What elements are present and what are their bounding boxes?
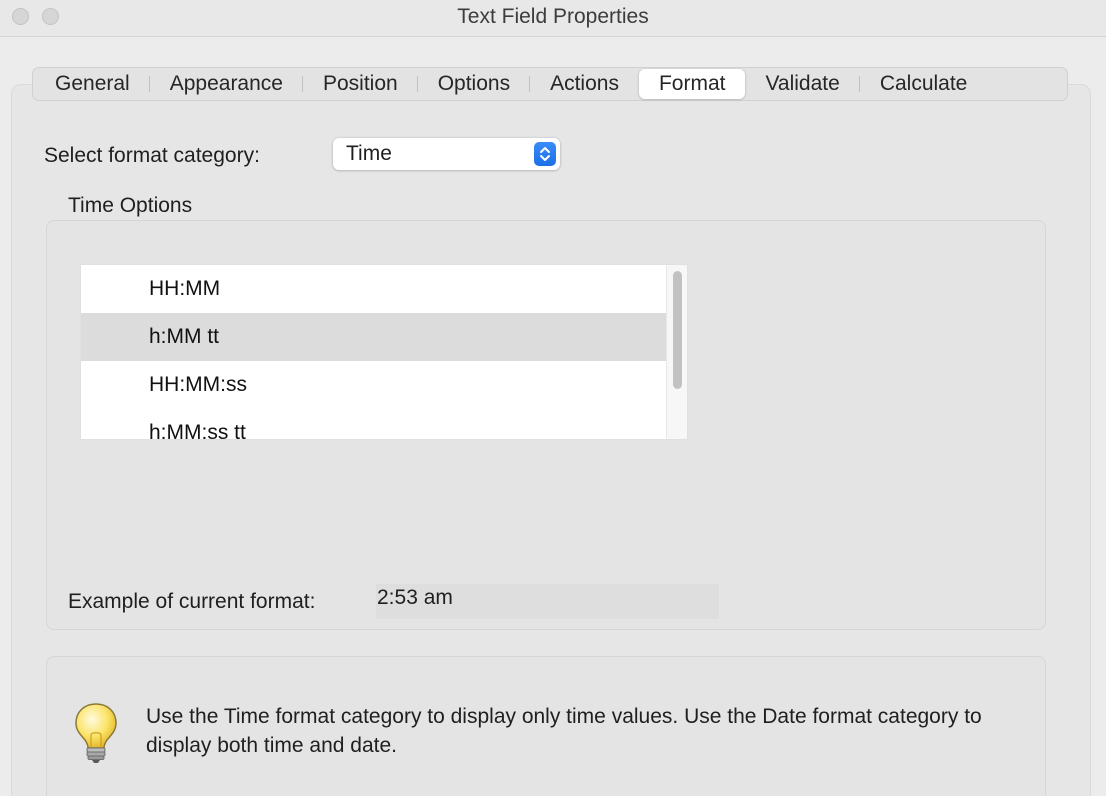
text-field-properties-window: Text Field Properties General Appearance… (0, 0, 1106, 796)
tab-position[interactable]: Position (303, 69, 418, 99)
time-format-option-hh-mm[interactable]: HH:MM (81, 265, 667, 313)
chevron-up-down-icon (534, 142, 556, 166)
tab-validate[interactable]: Validate (745, 69, 861, 99)
list-scrollbar[interactable] (666, 265, 687, 439)
example-format-label: Example of current format: (68, 590, 316, 613)
window-title: Text Field Properties (457, 5, 649, 28)
format-category-select[interactable]: Time (333, 138, 560, 170)
tab-bar: General Appearance Position Options Acti… (32, 67, 1068, 101)
time-format-list[interactable]: HH:MM h:MM tt HH:MM:ss h:MM:ss tt (80, 264, 688, 440)
time-format-option-h-mm-ss-tt[interactable]: h:MM:ss tt (81, 409, 667, 439)
time-options-label: Time Options (68, 194, 193, 217)
tab-general[interactable]: General (35, 69, 150, 99)
tab-appearance[interactable]: Appearance (150, 69, 304, 99)
format-category-label: Select format category: (44, 144, 260, 167)
time-format-option-hh-mm-ss[interactable]: HH:MM:ss (81, 361, 667, 409)
hint-text: Use the Time format category to display … (146, 705, 982, 757)
tab-calculate[interactable]: Calculate (860, 69, 988, 99)
format-category-value: Time (346, 142, 392, 165)
lightbulb-icon (74, 702, 118, 769)
list-scrollbar-thumb[interactable] (673, 271, 682, 389)
tab-format[interactable]: Format (638, 69, 746, 99)
title-bar: Text Field Properties (0, 0, 1106, 37)
tab-options[interactable]: Options (418, 69, 531, 99)
time-format-option-h-mm-tt[interactable]: h:MM tt (81, 313, 667, 361)
tab-actions[interactable]: Actions (530, 69, 639, 99)
example-format-value: 2:53 am (376, 584, 719, 619)
